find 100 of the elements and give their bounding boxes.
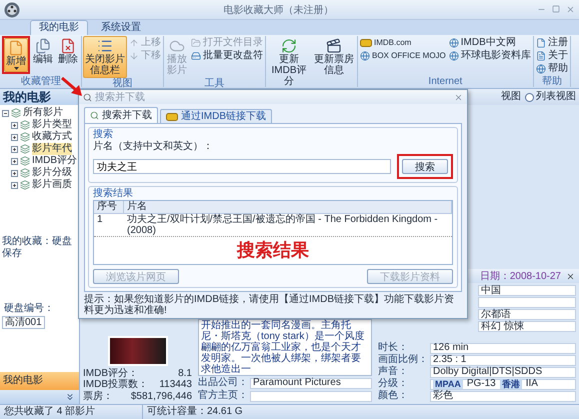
tree-item[interactable]: 影片分级 [32, 167, 72, 179]
ribbon-button[interactable]: 批量更改盘符 [190, 50, 264, 62]
field-label: 官方主页： [198, 390, 248, 402]
title-input[interactable]: 功夫之王 [93, 159, 391, 174]
ribbon-button[interactable]: 环球电影资料库 [448, 50, 532, 62]
ribbon-button[interactable]: 注册 [534, 37, 569, 49]
stack-icon [20, 168, 30, 178]
value-field: 科幻 惊悚 [478, 321, 576, 332]
tree-item[interactable]: 影片类型 [32, 119, 72, 131]
tree-item[interactable]: IMDB评分 [32, 155, 77, 167]
search-button[interactable]: 搜索 [402, 159, 448, 174]
annotation-text: 搜索结果 [237, 240, 309, 260]
nav-item[interactable]: 我的电影 [0, 372, 79, 390]
expand-icon[interactable] [11, 134, 18, 140]
ribbon-button[interactable]: BOX OFFICE MOJO [359, 50, 447, 62]
ribbon-tab[interactable]: 系统设置 [92, 20, 150, 35]
stack-icon [20, 156, 30, 166]
tree-item[interactable]: 影片年代 [32, 143, 72, 155]
value-field: 彩色 [430, 390, 576, 402]
window-title: 电影收藏大师（未注册） [222, 4, 334, 16]
ribbon-button[interactable]: 更新IMDB评分 [267, 36, 311, 89]
file-icon [8, 40, 24, 56]
ribbon-button[interactable]: 关于 [534, 50, 569, 62]
stat-label: IMDB投票数： [83, 380, 148, 390]
collapse-icon[interactable] [2, 110, 9, 116]
globe-icon [448, 51, 459, 61]
stat-label: IMDB评分： [83, 368, 138, 378]
files-icon [35, 38, 51, 54]
file-x-icon [60, 38, 76, 54]
radio-option[interactable]: 列表视图 [525, 91, 576, 103]
tree-item[interactable]: 所有影片 [23, 107, 63, 119]
column-header[interactable]: 片名 [124, 201, 452, 213]
panel-title: 我的电影 [0, 89, 79, 105]
field-label: 片名（支持中文和英文）： [93, 141, 214, 153]
expand-icon[interactable] [11, 158, 18, 164]
expand-icon[interactable] [11, 146, 18, 152]
file-icon [536, 38, 546, 48]
annotation-arrow [61, 77, 83, 97]
release-date: 日期：2008-10-27 [480, 270, 561, 283]
stack-icon [20, 144, 30, 154]
tree-item[interactable]: 收藏方式 [32, 131, 72, 143]
field-label: 时长： [378, 342, 409, 354]
stat-value: 8.1 [178, 368, 192, 379]
result-row[interactable]: 1 功夫之王/双叶计划/禁忌王国/被遗忘的帝国 - The Forbidden Kingdom - (2008) [94, 214, 452, 237]
tag-icon [166, 112, 178, 120]
stack-icon [20, 132, 30, 142]
group-label: 收藏管理 [20, 76, 62, 87]
field-label: 声音： [378, 366, 409, 378]
value-field: 中国 [478, 285, 576, 296]
field-label: 分级： [378, 378, 409, 390]
rating-value: PG-13 [466, 379, 496, 389]
cloud-icon [169, 38, 185, 54]
close-icon [454, 92, 463, 102]
expand-icon[interactable] [11, 170, 18, 176]
stack-icon [20, 120, 30, 130]
field-label: 出品公司： [198, 377, 248, 389]
close-icon [566, 272, 575, 280]
chevrons-down-icon [65, 392, 75, 402]
disk-field[interactable]: 高清001 [2, 316, 45, 329]
close-icon[interactable] [566, 5, 575, 14]
refresh-icon [281, 38, 297, 54]
ribbon-button[interactable]: 编辑 [31, 36, 55, 67]
globe-icon [360, 51, 370, 61]
value-field: 尔都语 [478, 309, 576, 320]
table-cell-text: 功夫之王/双叶计划/禁忌王国/被遗忘的帝国 - The Forbidden Kingdom - (2008) [126, 214, 439, 236]
status-text: 可统计容量：24.61 G [146, 405, 244, 419]
drive-icon [191, 51, 201, 61]
homepage-field[interactable] [250, 390, 372, 402]
tree-item[interactable]: 影片画质 [32, 179, 72, 191]
value-field: Dolby Digital|DTS|SDDS [430, 366, 576, 378]
expand-icon[interactable] [11, 122, 18, 128]
ribbon-button[interactable]: 关闭影片信息栏 [83, 36, 127, 78]
ribbon-button[interactable]: 新增 [4, 38, 28, 72]
group-label: 帮助 [540, 76, 563, 87]
column-header[interactable]: 序号 [94, 201, 124, 213]
folder-icon [191, 38, 201, 48]
view-option-label: 视图 [501, 91, 521, 103]
ribbon-button[interactable]: 删除 [56, 36, 80, 67]
status-text: 您共收藏了 4 部影片 [0, 405, 143, 419]
dialog-tab[interactable]: 通过IMDB链接下载 [160, 109, 272, 123]
ribbon-button[interactable]: 帮助 [534, 63, 569, 75]
dialog-tab[interactable]: 搜索并下载 [84, 107, 158, 123]
value-field: Paramount Pictures [250, 378, 372, 388]
ribbon-button[interactable]: 更新票房信息 [312, 36, 356, 78]
arrow-down-icon [129, 51, 139, 61]
collection-label: 我的收藏：硬盘保存 [1, 236, 73, 260]
description-text: 开始推出的一套同名漫画。主角托尼・斯塔克（tony stark）是一个风度翩翩的亿万富翁工业家，也是个天才发明家。一次他被人绑架，绑架者要求他造出一 [198, 319, 372, 376]
search-icon [90, 111, 99, 120]
document-icon [536, 51, 546, 61]
stack-icon [20, 180, 30, 190]
ribbon-button[interactable]: IMDB中文网 [448, 37, 532, 49]
expand-icon[interactable] [11, 182, 18, 188]
rating-system-label: MPAA [433, 379, 463, 389]
table-cell-text: 1 [96, 214, 104, 227]
stack-icon [11, 108, 21, 118]
value-field: 126 min [430, 342, 576, 354]
photo-placeholder [108, 336, 168, 366]
ribbon-button[interactable]: IMDB.com [359, 37, 447, 49]
search-icon [83, 92, 92, 102]
ribbon-tab[interactable]: 我的电影 [30, 20, 88, 35]
